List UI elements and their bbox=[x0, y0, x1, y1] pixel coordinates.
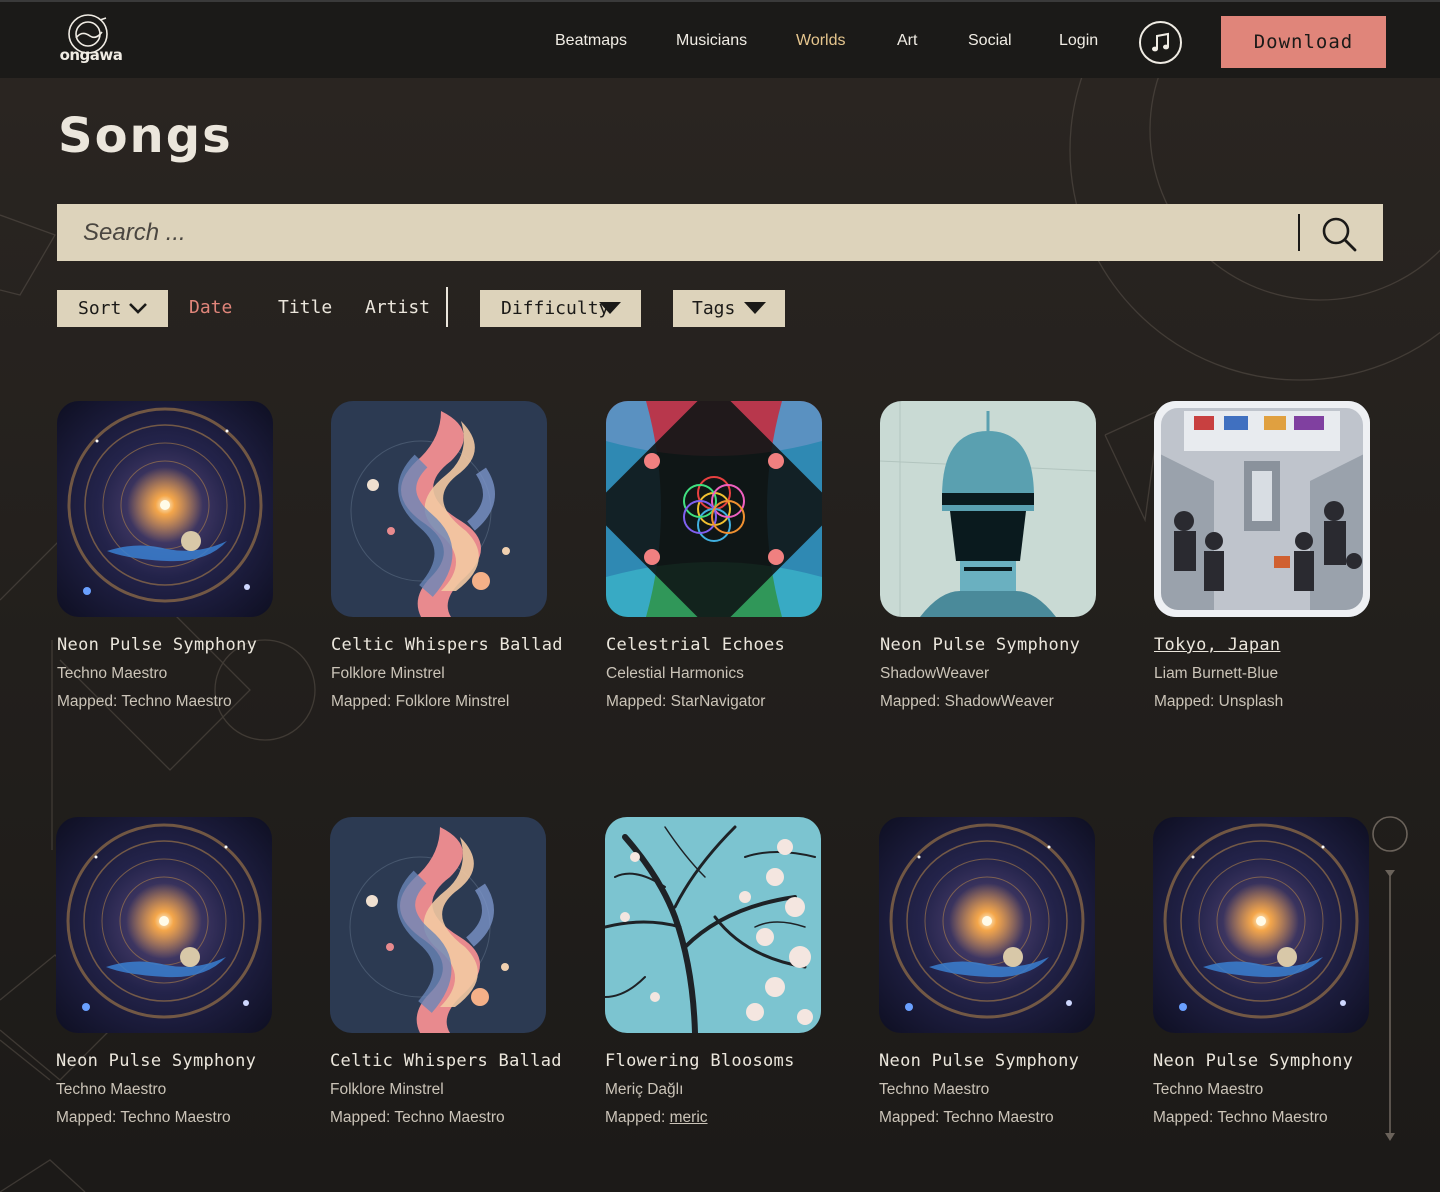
song-artist[interactable]: Liam Burnett-Blue bbox=[1154, 665, 1278, 683]
mapped-prefix: Mapped: bbox=[56, 1109, 121, 1126]
mapper-name: Unsplash bbox=[1218, 693, 1284, 710]
caret-down-icon bbox=[599, 302, 621, 314]
song-mapper: Mapped: Techno Maestro bbox=[879, 1109, 1054, 1127]
ongawa-logo[interactable]: ongawa bbox=[56, 14, 126, 70]
sort-option-artist[interactable]: Artist bbox=[365, 297, 430, 318]
song-title[interactable]: Celestrial Echoes bbox=[606, 635, 785, 655]
tags-dropdown[interactable]: Tags bbox=[673, 290, 785, 327]
mapper-name: Techno Maestro bbox=[394, 1109, 505, 1126]
mapper-name: Techno Maestro bbox=[1217, 1109, 1328, 1126]
song-cover-art[interactable] bbox=[606, 401, 822, 617]
song-cover-art[interactable] bbox=[880, 401, 1096, 617]
song-title[interactable]: Neon Pulse Symphony bbox=[1153, 1051, 1353, 1071]
sort-label: Sort bbox=[78, 298, 122, 319]
mapped-prefix: Mapped: bbox=[330, 1109, 395, 1126]
song-title[interactable]: Flowering Bloosoms bbox=[605, 1051, 795, 1071]
logo-wordmark: ongawa bbox=[59, 46, 123, 64]
mapped-prefix: Mapped: bbox=[879, 1109, 944, 1126]
song-artist[interactable]: Techno Maestro bbox=[57, 665, 167, 683]
search-button[interactable] bbox=[1319, 214, 1359, 254]
tags-label: Tags bbox=[692, 298, 736, 319]
search-input[interactable] bbox=[57, 204, 1297, 261]
song-title[interactable]: Neon Pulse Symphony bbox=[57, 635, 257, 655]
song-mapper: Mapped: StarNavigator bbox=[606, 693, 765, 711]
page-title: Songs bbox=[58, 108, 233, 164]
mapper-name: ShadowWeaver bbox=[944, 693, 1054, 710]
chevron-down-icon bbox=[129, 303, 147, 314]
song-artist[interactable]: Celestial Harmonics bbox=[606, 665, 744, 683]
mapped-prefix: Mapped: bbox=[605, 1109, 670, 1126]
song-artist[interactable]: Techno Maestro bbox=[1153, 1081, 1263, 1099]
nav-art[interactable]: Art bbox=[897, 32, 917, 50]
song-mapper: Mapped: Techno Maestro bbox=[56, 1109, 231, 1127]
song-mapper: Mapped: Techno Maestro bbox=[57, 693, 232, 711]
song-title[interactable]: Neon Pulse Symphony bbox=[879, 1051, 1079, 1071]
caret-down-icon bbox=[744, 302, 766, 314]
mapper-name: Techno Maestro bbox=[120, 1109, 231, 1126]
mapped-prefix: Mapped: bbox=[57, 693, 122, 710]
music-note-icon bbox=[1151, 32, 1169, 51]
song-cover-art[interactable] bbox=[57, 401, 273, 617]
scroll-indicator[interactable] bbox=[1370, 815, 1410, 1145]
nav-worlds[interactable]: Worlds bbox=[796, 32, 846, 50]
song-title[interactable]: Celtic Whispers Ballad bbox=[330, 1051, 562, 1071]
song-mapper: Mapped: Techno Maestro bbox=[330, 1109, 505, 1127]
search-bar bbox=[57, 204, 1383, 261]
mapped-prefix: Mapped: bbox=[331, 693, 396, 710]
song-mapper: Mapped: ShadowWeaver bbox=[880, 693, 1054, 711]
song-title[interactable]: Neon Pulse Symphony bbox=[880, 635, 1080, 655]
song-mapper: Mapped: Unsplash bbox=[1154, 693, 1283, 711]
song-artist[interactable]: Folklore Minstrel bbox=[330, 1081, 444, 1099]
difficulty-dropdown[interactable]: Difficulty bbox=[480, 290, 641, 327]
top-navbar: ongawa Beatmaps Musicians Worlds Art Soc… bbox=[0, 0, 1440, 78]
mapped-prefix: Mapped: bbox=[606, 693, 671, 710]
nav-social[interactable]: Social bbox=[968, 32, 1012, 50]
mapper-name[interactable]: meric bbox=[670, 1109, 708, 1126]
nav-login[interactable]: Login bbox=[1059, 32, 1098, 50]
search-divider bbox=[1298, 214, 1300, 251]
difficulty-label: Difficulty bbox=[501, 298, 610, 319]
song-title[interactable]: Neon Pulse Symphony bbox=[56, 1051, 256, 1071]
song-cover-art[interactable] bbox=[1153, 817, 1369, 1033]
song-title[interactable]: Celtic Whispers Ballad bbox=[331, 635, 563, 655]
song-cover-art[interactable] bbox=[330, 817, 546, 1033]
song-cover-art[interactable] bbox=[331, 401, 547, 617]
mapper-name: StarNavigator bbox=[670, 693, 766, 710]
song-cover-art[interactable] bbox=[879, 817, 1095, 1033]
song-artist[interactable]: Folklore Minstrel bbox=[331, 665, 445, 683]
song-artist[interactable]: Techno Maestro bbox=[879, 1081, 989, 1099]
mapper-name: Techno Maestro bbox=[943, 1109, 1054, 1126]
music-player-button[interactable] bbox=[1139, 21, 1182, 64]
mapped-prefix: Mapped: bbox=[1153, 1109, 1218, 1126]
song-mapper: Mapped: Folklore Minstrel bbox=[331, 693, 509, 711]
mapped-prefix: Mapped: bbox=[1154, 693, 1219, 710]
song-title[interactable]: Tokyo, Japan bbox=[1154, 635, 1280, 655]
sort-option-date[interactable]: Date bbox=[189, 297, 232, 318]
mapper-name: Folklore Minstrel bbox=[395, 693, 510, 710]
nav-musicians[interactable]: Musicians bbox=[676, 32, 747, 50]
filter-divider bbox=[446, 287, 448, 327]
sort-option-title[interactable]: Title bbox=[278, 297, 332, 318]
song-cover-art[interactable] bbox=[1154, 401, 1370, 617]
song-artist[interactable]: ShadowWeaver bbox=[880, 665, 989, 683]
song-cover-art[interactable] bbox=[56, 817, 272, 1033]
mapped-prefix: Mapped: bbox=[880, 693, 945, 710]
song-mapper: Mapped: Techno Maestro bbox=[1153, 1109, 1328, 1127]
nav-beatmaps[interactable]: Beatmaps bbox=[555, 32, 627, 50]
sort-dropdown[interactable]: Sort bbox=[57, 290, 168, 327]
song-artist[interactable]: Meriç Dağlı bbox=[605, 1081, 683, 1099]
song-artist[interactable]: Techno Maestro bbox=[56, 1081, 166, 1099]
mapper-name: Techno Maestro bbox=[121, 693, 232, 710]
search-icon bbox=[1322, 217, 1357, 252]
song-mapper: Mapped: meric bbox=[605, 1109, 708, 1127]
download-button[interactable]: Download bbox=[1221, 16, 1386, 68]
song-cover-art[interactable] bbox=[605, 817, 821, 1033]
